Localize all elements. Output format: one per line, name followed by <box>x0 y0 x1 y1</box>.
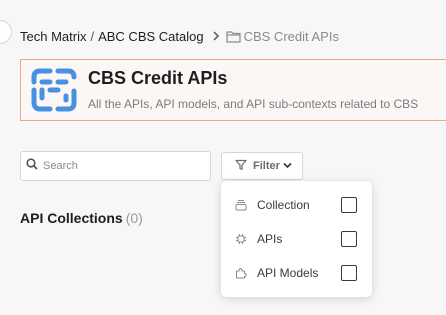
collapse-toggle-button[interactable] <box>0 20 12 44</box>
breadcrumb-separator: / <box>90 29 95 44</box>
breadcrumb-current: CBS Credit APIs <box>243 29 339 44</box>
breadcrumb-root[interactable]: Tech Matrix <box>20 29 86 44</box>
filter-dropdown: Collection APIs API Models <box>221 181 372 297</box>
folder-icon <box>225 30 241 43</box>
filter-option-collection[interactable]: Collection <box>221 192 372 218</box>
apis-checkbox[interactable] <box>341 231 357 247</box>
filter-option-label: API Models <box>257 266 319 280</box>
breadcrumb-catalog[interactable]: ABC CBS Catalog <box>98 29 204 44</box>
chip-icon <box>236 234 246 244</box>
filter-button[interactable]: Filter <box>221 152 303 180</box>
chevron-right-icon <box>212 30 220 44</box>
page-title: CBS Credit APIs <box>88 68 228 88</box>
catalog-banner: CBS Credit APIs All the APIs, API models… <box>20 59 446 121</box>
filter-option-apis[interactable]: APIs <box>221 226 372 252</box>
filter-label: Filter <box>253 160 280 172</box>
api-models-checkbox[interactable] <box>341 265 357 281</box>
breadcrumb: Tech Matrix / ABC CBS Catalog CBS Credit… <box>20 29 339 44</box>
cbs-logo-icon <box>31 68 77 112</box>
section-count: (0) <box>125 210 143 226</box>
filter-option-label: APIs <box>257 232 283 246</box>
search-box[interactable] <box>20 151 211 181</box>
search-input[interactable] <box>41 159 205 173</box>
api-collections-heading: API Collections (0) <box>20 210 143 226</box>
puzzle-icon <box>236 268 247 279</box>
section-title-text: API Collections <box>20 210 123 226</box>
filter-option-label: Collection <box>257 198 310 212</box>
filter-option-api-models[interactable]: API Models <box>221 260 372 286</box>
funnel-icon <box>235 159 247 174</box>
page-subtitle: All the APIs, API models, and API sub-co… <box>88 97 419 111</box>
collection-checkbox[interactable] <box>341 197 357 213</box>
collection-icon <box>235 200 247 211</box>
search-icon <box>26 157 38 175</box>
chevron-down-icon <box>283 160 292 172</box>
